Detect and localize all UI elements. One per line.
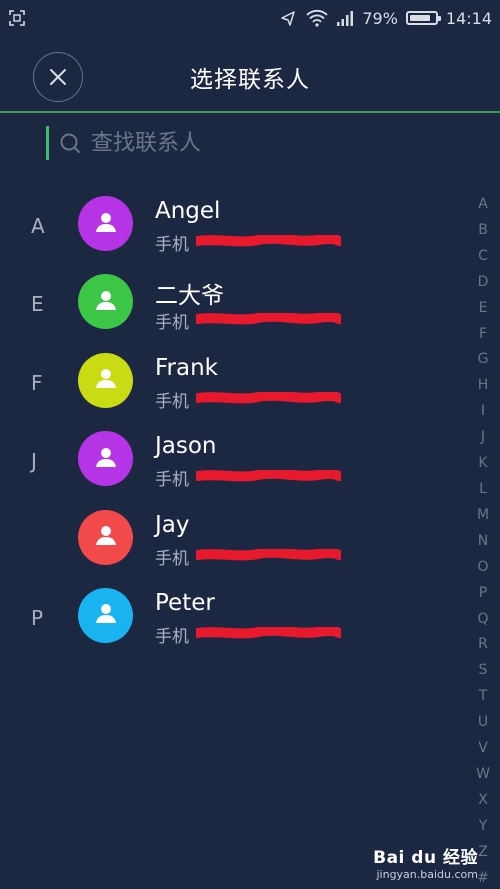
avatar xyxy=(78,431,133,487)
section-letter: A xyxy=(31,214,45,238)
contact-name: Jay xyxy=(155,511,190,538)
index-letter[interactable]: L xyxy=(479,477,487,503)
index-letter[interactable]: O xyxy=(477,555,488,581)
section-letter: E xyxy=(31,292,44,317)
redacted-phone-number xyxy=(193,625,345,639)
contact-name: Peter xyxy=(155,589,215,616)
text-cursor xyxy=(46,126,49,160)
index-letter[interactable]: I xyxy=(481,399,485,425)
index-letter[interactable]: B xyxy=(478,218,488,244)
battery-icon xyxy=(405,11,441,25)
index-letter[interactable]: Y xyxy=(479,814,488,840)
search-bar[interactable] xyxy=(46,126,446,160)
redacted-phone-number xyxy=(193,547,345,560)
index-letter[interactable]: R xyxy=(478,632,488,658)
person-icon xyxy=(94,210,118,238)
index-letter[interactable]: D xyxy=(478,270,489,296)
person-icon xyxy=(94,445,118,473)
avatar xyxy=(78,587,133,643)
index-letter[interactable]: V xyxy=(478,736,488,762)
contact-row[interactable]: F Frank 手机 xyxy=(0,341,470,419)
header-divider xyxy=(0,111,500,113)
contact-name: Angel xyxy=(155,198,221,224)
index-letter[interactable]: S xyxy=(479,658,488,684)
search-input[interactable] xyxy=(91,130,391,156)
avatar xyxy=(78,352,133,408)
alphabet-index[interactable]: A B C D E F G H I J K L M N O P Q R S T U V W X Y Z # xyxy=(472,192,494,889)
index-letter[interactable]: K xyxy=(478,451,487,477)
index-letter[interactable]: H xyxy=(478,373,489,399)
phone-label: 手机 xyxy=(155,626,189,647)
contact-list: A Angel 手机 E 二大爷 手机 F Frank 手机 J Jason 手机 Jay 手机 P Pete… xyxy=(0,184,470,654)
avatar xyxy=(78,509,133,565)
person-icon xyxy=(94,601,118,629)
phone-label: 手机 xyxy=(155,470,189,491)
watermark-url: jingyan.baidu.com xyxy=(376,868,478,881)
screenshot-icon xyxy=(9,10,25,26)
phone-label: 手机 xyxy=(155,391,189,412)
index-letter[interactable]: P xyxy=(479,581,487,607)
index-letter[interactable]: # xyxy=(477,866,489,889)
avatar xyxy=(78,196,133,251)
contact-name: Frank xyxy=(155,354,219,381)
index-letter[interactable]: C xyxy=(478,244,488,270)
index-letter[interactable]: J xyxy=(481,425,485,451)
index-letter[interactable]: U xyxy=(478,710,488,736)
watermark-logo: Bai du 经验 xyxy=(373,848,478,868)
index-letter[interactable]: Z xyxy=(478,840,488,866)
person-icon xyxy=(94,366,118,394)
section-letter: F xyxy=(31,370,43,395)
redacted-phone-number xyxy=(193,233,345,247)
phone-label: 手机 xyxy=(155,548,189,569)
index-letter[interactable]: G xyxy=(478,347,489,373)
index-letter[interactable]: N xyxy=(478,529,488,555)
section-letter: P xyxy=(31,605,44,630)
phone-label: 手机 xyxy=(155,313,189,334)
contact-row[interactable]: P Peter 手机 xyxy=(0,576,470,654)
signal-icon xyxy=(337,11,354,26)
index-letter[interactable]: F xyxy=(479,322,487,348)
watermark: Bai du 经验 jingyan.baidu.com xyxy=(373,843,478,881)
page-title: 选择联系人 xyxy=(190,67,310,93)
index-letter[interactable]: M xyxy=(477,503,489,529)
index-letter[interactable]: X xyxy=(478,788,488,814)
phone-label: 手机 xyxy=(155,235,189,255)
contact-row[interactable]: Jay 手机 xyxy=(0,498,470,576)
index-letter[interactable]: W xyxy=(476,762,490,788)
index-letter[interactable]: A xyxy=(478,192,488,218)
header: 选择联系人 xyxy=(0,36,500,112)
index-letter[interactable]: E xyxy=(479,296,488,322)
contact-name: 二大爷 xyxy=(155,283,224,310)
person-icon xyxy=(94,288,118,316)
avatar xyxy=(78,274,133,330)
person-icon xyxy=(94,523,118,551)
redacted-phone-number xyxy=(193,390,345,404)
battery-percent: 79% xyxy=(362,8,398,28)
index-letter[interactable]: Q xyxy=(477,607,488,633)
contact-row[interactable]: E 二大爷手机 xyxy=(0,262,470,340)
mute-icon xyxy=(281,11,296,26)
contact-row[interactable]: A Angel 手机 xyxy=(0,184,470,262)
redacted-phone-number xyxy=(193,311,345,325)
search-icon xyxy=(60,133,80,153)
clock: 14:14 xyxy=(445,8,492,28)
status-bar: 79% 14:14 xyxy=(0,0,500,36)
wifi-icon xyxy=(306,9,328,27)
contact-row[interactable]: J Jason 手机 xyxy=(0,419,470,497)
contact-name: Jason xyxy=(155,433,217,460)
section-letter: J xyxy=(31,449,37,474)
index-letter[interactable]: T xyxy=(479,684,488,710)
redacted-phone-number xyxy=(193,468,345,482)
